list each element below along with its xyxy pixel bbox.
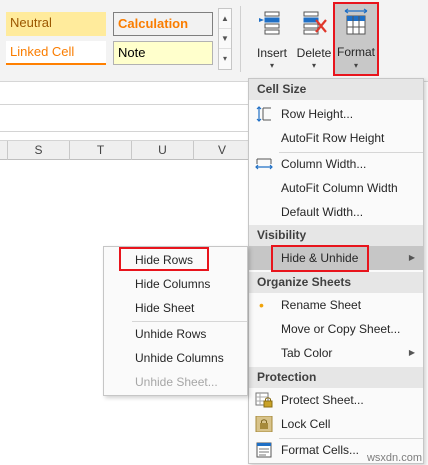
lock-icon	[255, 416, 273, 432]
format-cells-icon	[344, 8, 368, 35]
autofit-row-height-label: AutoFit Row Height	[281, 131, 385, 145]
protect-sheet-icon	[255, 392, 273, 408]
watermark-text: wsxdn.com	[366, 452, 422, 464]
unhide-sheet-item: Unhide Sheet...	[104, 370, 247, 394]
cell-style-neutral[interactable]: Neutral	[6, 12, 106, 36]
move-copy-sheet-item[interactable]: Move or Copy Sheet...	[249, 317, 423, 341]
format-button[interactable]: Format ▾	[333, 2, 379, 76]
hide-columns-item[interactable]: Hide Columns	[104, 272, 247, 296]
delete-button[interactable]: Delete ▾	[294, 4, 334, 76]
gallery-up-icon[interactable]: ▲	[219, 9, 231, 29]
cell-style-linked-cell[interactable]: Linked Cell	[6, 41, 106, 65]
tab-color-item[interactable]: Tab Color ▶	[249, 341, 423, 365]
visibility-header: Visibility	[249, 225, 423, 246]
default-width-label: Default Width...	[281, 205, 364, 219]
delete-cells-icon	[303, 11, 327, 35]
column-header-v[interactable]: V	[194, 141, 250, 160]
formula-bar[interactable]	[0, 104, 250, 132]
gallery-more-icon[interactable]: ▾	[219, 49, 231, 69]
default-width-item[interactable]: Default Width...	[249, 200, 423, 224]
ribbon: Neutral Calculation Linked Cell Note ▲ ▼…	[0, 0, 428, 82]
delete-caret-icon: ▾	[311, 61, 316, 70]
lock-cell-item[interactable]: Lock Cell	[249, 412, 423, 436]
column-width-icon	[255, 158, 273, 170]
row-height-item[interactable]: Row Height...	[249, 102, 423, 126]
row-height-label: Row Height...	[281, 107, 354, 121]
organize-sheets-header: Organize Sheets	[249, 272, 423, 293]
format-caret-icon: ▾	[353, 61, 358, 70]
rename-sheet-item[interactable]: • Rename Sheet	[249, 293, 423, 317]
hide-columns-label: Hide Columns	[135, 277, 211, 291]
insert-button[interactable]: Insert ▾	[252, 4, 292, 76]
column-header-partial[interactable]	[0, 141, 8, 160]
column-width-item[interactable]: Column Width...	[249, 152, 423, 176]
protection-header: Protection	[249, 367, 423, 388]
autofit-row-height-item[interactable]: AutoFit Row Height	[249, 126, 423, 150]
unhide-rows-label: Unhide Rows	[135, 327, 207, 341]
hide-rows-highlight-box	[119, 247, 209, 271]
insert-cells-icon	[259, 11, 280, 35]
hide-sheet-label: Hide Sheet	[135, 301, 195, 315]
insert-caret-icon: ▾	[269, 61, 274, 70]
autofit-column-width-label: AutoFit Column Width	[281, 181, 398, 195]
column-width-label: Column Width...	[281, 157, 367, 171]
cell-style-note[interactable]: Note	[113, 41, 213, 65]
column-header-t[interactable]: T	[70, 141, 132, 160]
gallery-down-icon[interactable]: ▼	[219, 29, 231, 49]
move-copy-sheet-label: Move or Copy Sheet...	[281, 322, 401, 336]
format-label: Format	[336, 45, 375, 59]
column-header-row: S T U V	[0, 140, 250, 160]
unhide-columns-item[interactable]: Unhide Columns	[104, 346, 247, 370]
unhide-rows-item[interactable]: Unhide Rows	[104, 322, 247, 346]
hide-sheet-item[interactable]: Hide Sheet	[104, 296, 247, 320]
submenu-arrow-icon: ▶	[408, 348, 415, 357]
column-header-u[interactable]: U	[132, 141, 194, 160]
ribbon-group-divider	[240, 6, 241, 72]
column-header-s[interactable]: S	[8, 141, 70, 160]
protect-sheet-item[interactable]: Protect Sheet...	[249, 388, 423, 412]
format-cells-label: Format Cells...	[281, 443, 360, 457]
cell-style-calculation[interactable]: Calculation	[113, 12, 213, 36]
format-dropdown-menu: Cell Size Row Height... AutoFit Row Heig…	[248, 78, 424, 464]
lock-cell-label: Lock Cell	[281, 417, 331, 431]
bullet-icon: •	[259, 297, 264, 313]
cell-size-header: Cell Size	[249, 79, 423, 100]
insert-label: Insert	[256, 46, 287, 60]
unhide-sheet-label: Unhide Sheet...	[135, 375, 218, 389]
format-cells-menu-icon	[256, 442, 272, 458]
hide-unhide-submenu: Hide Rows Hide Columns Hide Sheet Unhide…	[103, 246, 248, 396]
unhide-columns-label: Unhide Columns	[135, 351, 224, 365]
row-height-icon	[256, 106, 271, 122]
styles-gallery-scroll[interactable]: ▲ ▼ ▾	[218, 8, 232, 70]
autofit-column-width-item[interactable]: AutoFit Column Width	[249, 176, 423, 200]
protect-sheet-label: Protect Sheet...	[281, 393, 364, 407]
hide-unhide-highlight-box	[271, 245, 369, 272]
rename-sheet-label: Rename Sheet	[281, 298, 362, 312]
tab-color-label: Tab Color	[281, 346, 333, 360]
submenu-arrow-icon: ▶	[408, 253, 415, 262]
delete-label: Delete	[296, 46, 332, 60]
